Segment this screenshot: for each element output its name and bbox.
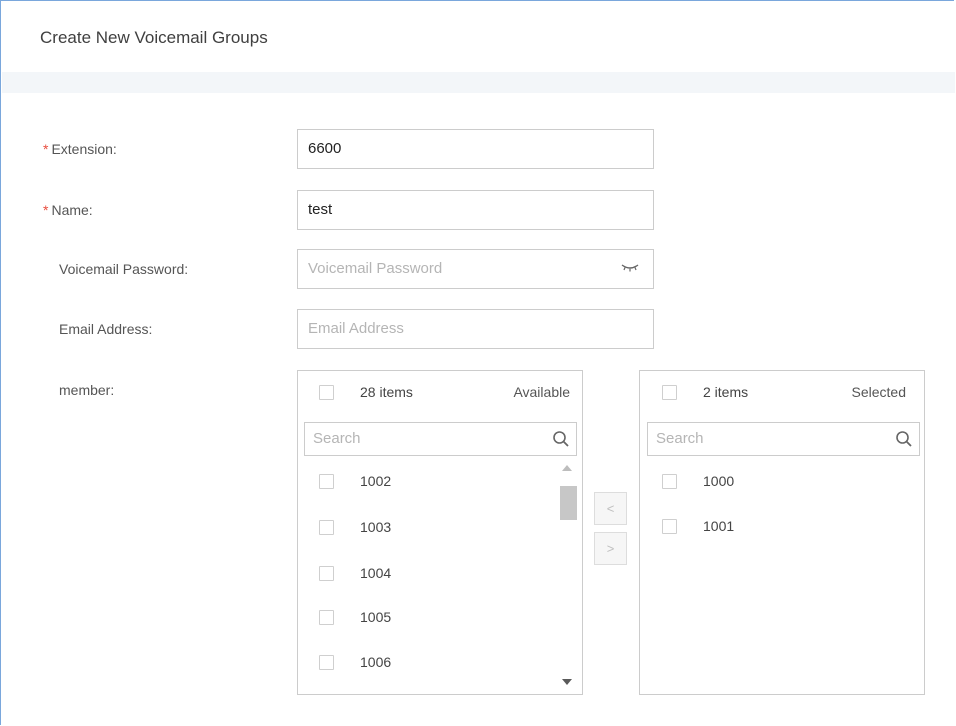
selected-search-input[interactable]: Search: [647, 422, 920, 456]
page-title: Create New Voicemail Groups: [40, 28, 268, 47]
selected-list-header: 2 items Selected: [640, 371, 924, 417]
scroll-down-arrow-icon[interactable]: [562, 679, 572, 685]
name-label-row: * Name:: [43, 202, 93, 218]
item-label: 1004: [360, 565, 392, 581]
item-checkbox[interactable]: [662, 519, 677, 534]
header-divider-band: [2, 72, 955, 93]
item-checkbox[interactable]: [319, 474, 334, 489]
email-address-input[interactable]: Email Address: [297, 309, 654, 349]
list-item[interactable]: 1005: [298, 596, 582, 642]
available-title: Available: [513, 384, 570, 400]
item-checkbox[interactable]: [319, 566, 334, 581]
available-list-panel: 28 items Available Search 1002 1003 1004…: [297, 370, 583, 695]
select-all-selected-checkbox[interactable]: [662, 385, 677, 400]
scroll-up-arrow-icon[interactable]: [562, 465, 572, 471]
available-list-header: 28 items Available: [298, 371, 582, 417]
item-label: 1001: [703, 518, 735, 534]
selected-count: 2 items: [703, 384, 749, 400]
item-label: 1000: [703, 473, 735, 489]
email-address-label: Email Address:: [59, 321, 153, 337]
select-all-available-checkbox[interactable]: [319, 385, 334, 400]
available-count: 28 items: [360, 384, 413, 400]
selected-search-placeholder: Search: [656, 430, 704, 447]
list-item[interactable]: 1004: [298, 552, 582, 598]
item-checkbox[interactable]: [319, 655, 334, 670]
item-checkbox[interactable]: [319, 610, 334, 625]
extension-input[interactable]: 6600: [297, 129, 654, 169]
move-to-selected-button[interactable]: >: [594, 532, 627, 565]
name-label: Name:: [51, 202, 93, 218]
required-marker: *: [43, 141, 49, 157]
item-label: 1005: [360, 609, 392, 625]
list-item[interactable]: 1006: [298, 641, 582, 687]
member-label: member:: [59, 382, 115, 398]
item-label: 1003: [360, 519, 392, 535]
selected-list-panel: 2 items Selected Search 1000 1001: [639, 370, 925, 695]
eye-closed-icon[interactable]: [621, 263, 639, 273]
voicemail-password-label: Voicemail Password:: [59, 261, 189, 277]
dialog-header: Create New Voicemail Groups: [2, 2, 955, 72]
voicemail-password-input[interactable]: Voicemail Password: [297, 249, 654, 289]
list-item[interactable]: 1003: [298, 506, 582, 552]
list-item[interactable]: 1002: [298, 460, 582, 506]
name-input[interactable]: test: [297, 190, 654, 230]
list-item[interactable]: 1001: [640, 505, 924, 551]
item-checkbox[interactable]: [319, 520, 334, 535]
extension-label: Extension:: [51, 141, 117, 157]
available-list-scrollbar[interactable]: [557, 461, 579, 693]
search-icon: [553, 431, 569, 447]
item-label: 1006: [360, 654, 392, 670]
item-checkbox[interactable]: [662, 474, 677, 489]
list-item[interactable]: 1000: [640, 460, 924, 506]
required-marker: *: [43, 202, 49, 218]
extension-label-row: * Extension:: [43, 141, 117, 157]
voicemail-group-dialog: Create New Voicemail Groups * Extension: …: [0, 0, 955, 725]
item-label: 1002: [360, 473, 392, 489]
search-icon: [896, 431, 912, 447]
available-search-input[interactable]: Search: [304, 422, 577, 456]
move-to-available-button[interactable]: <: [594, 492, 627, 525]
scroll-thumb[interactable]: [560, 486, 577, 520]
available-search-placeholder: Search: [313, 430, 361, 447]
selected-title: Selected: [851, 384, 906, 400]
